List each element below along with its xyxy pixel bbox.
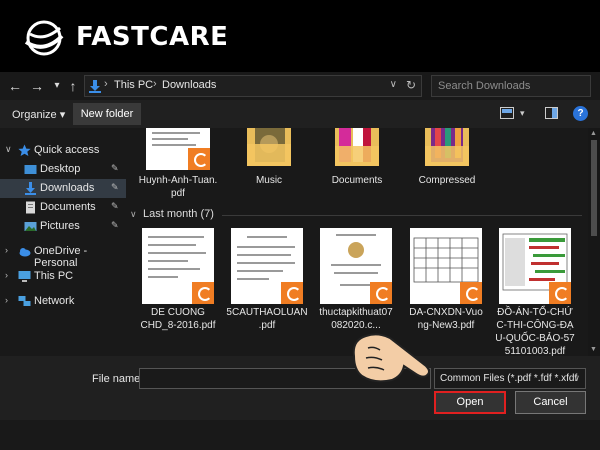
foxit-pdf-badge-icon (370, 282, 392, 304)
sidebar-item-pictures[interactable]: Pictures ✎ (0, 217, 126, 236)
expand-chevron-icon[interactable]: › (5, 245, 8, 255)
cancel-button[interactable]: Cancel (515, 391, 586, 414)
file-name: DE CUONG CHD_8-2016.pdf (140, 307, 216, 331)
search-placeholder: Search Downloads (438, 80, 531, 92)
group-title: Last month (7) (143, 208, 214, 220)
pin-icon[interactable]: ✎ (111, 201, 119, 212)
filter-dropdown-icon[interactable]: ∨ (573, 373, 580, 384)
breadcrumb-this-pc[interactable]: This PC (114, 79, 153, 91)
sidebar-item-onedrive[interactable]: › OneDrive - Personal (0, 242, 126, 269)
sidebar-item-documents[interactable]: Documents ✎ (0, 198, 126, 217)
open-button[interactable]: Open (434, 391, 506, 414)
dialog-footer: File name: Common Files (*.pdf *.fdf *.x… (0, 356, 600, 420)
group-header-last-month[interactable]: ∨ Last month (7) (126, 206, 588, 224)
file-type-filter-value: Common Files (*.pdf *.fdf *.xfdf (440, 373, 578, 384)
brand-name: FASTCARE (76, 22, 229, 52)
computer-icon (18, 271, 31, 282)
group-divider (222, 215, 582, 216)
file-name: ĐỒ-ÁN-TỔ-CHỨ C-THI-CÔNG-ĐẠ U-QUỐC-BẢO-57… (495, 307, 575, 356)
brand-banner: FASTCARE (0, 0, 600, 72)
forward-arrow-icon[interactable]: → (28, 76, 46, 96)
bottom-strip (0, 420, 600, 450)
file-name-label: File name: (92, 373, 144, 385)
foxit-pdf-badge-icon (460, 282, 482, 304)
sidebar-item-quick-access[interactable]: ∨ Quick access (0, 141, 126, 160)
command-toolbar: Organize ▾ New folder ▾ ? (0, 100, 600, 128)
foxit-pdf-badge-icon (281, 282, 303, 304)
pdf-thumbnail (320, 228, 392, 304)
group-collapse-chevron-icon[interactable]: ∨ (130, 209, 137, 220)
help-icon[interactable]: ? (573, 106, 588, 121)
preview-pane-icon[interactable] (545, 107, 558, 119)
foxit-pdf-badge-icon (188, 148, 210, 170)
sidebar-item-label: This PC (34, 270, 74, 282)
sidebar-item-downloads[interactable]: Downloads ✎ (0, 179, 126, 198)
pictures-icon (24, 222, 37, 231)
sidebar-item-label: OneDrive - Personal (34, 245, 88, 269)
sidebar-item-label: Pictures (40, 220, 80, 232)
pin-icon[interactable]: ✎ (111, 220, 119, 231)
pdf-thumbnail (499, 228, 571, 304)
sidebar-item-label: Network (34, 295, 75, 307)
view-dropdown-icon[interactable]: ▾ (520, 108, 525, 119)
refresh-icon[interactable]: ↻ (406, 78, 416, 92)
fastcare-logo-icon (24, 20, 64, 56)
expand-chevron-icon[interactable]: › (5, 295, 8, 305)
foxit-pdf-badge-icon (549, 282, 571, 304)
documents-icon (26, 201, 35, 214)
sidebar-item-label: Downloads (40, 182, 95, 194)
address-dropdown-icon[interactable]: ∨ (390, 79, 397, 90)
music-folder-icon (247, 128, 291, 166)
folder-name: Documents (331, 175, 383, 186)
scrollbar-thumb[interactable] (591, 140, 597, 236)
search-input[interactable]: Search Downloads (431, 75, 591, 97)
organize-menu-button[interactable]: Organize ▾ (12, 108, 65, 121)
foxit-pdf-badge-icon (192, 282, 214, 304)
pdf-thumbnail (410, 228, 482, 304)
breadcrumb-downloads[interactable]: Downloads (162, 79, 216, 91)
scroll-up-icon[interactable]: ▲ (590, 130, 597, 137)
documents-folder-icon (335, 128, 379, 166)
scroll-down-icon[interactable]: ▼ (590, 346, 597, 353)
file-open-dialog-screenshot: FASTCARE ← → ▾ ↑ › This PC › Downloads ∨… (0, 0, 600, 450)
collapse-chevron-icon[interactable]: ∨ (5, 144, 12, 155)
vertical-scrollbar[interactable]: ▲ ▼ (588, 128, 600, 356)
downloads-icon (25, 182, 36, 195)
pointing-hand-icon (352, 333, 430, 383)
folder-name: Compressed (418, 175, 476, 186)
pin-icon[interactable]: ✎ (111, 163, 119, 174)
pin-icon[interactable]: ✎ (111, 182, 119, 193)
sidebar-item-this-pc[interactable]: › This PC (0, 267, 126, 286)
up-arrow-icon[interactable]: ↑ (64, 76, 82, 96)
view-options-icon[interactable] (500, 107, 514, 119)
file-name: Huynh-Anh-Tuan. pdf (138, 175, 218, 199)
breadcrumb-separator-icon: › (153, 78, 157, 90)
cloud-icon (19, 248, 31, 257)
file-name: 5CAUTHAOLUAN .pdf (226, 307, 308, 331)
sidebar-item-label: Desktop (40, 163, 81, 175)
new-folder-button[interactable]: New folder (73, 103, 141, 125)
pdf-thumbnail (142, 228, 214, 304)
breadcrumb-separator-icon: › (104, 78, 108, 90)
compressed-folder-icon (425, 128, 469, 166)
file-list-view: Huynh-Anh-Tuan. pdf Music Documents Comp… (126, 128, 588, 356)
sidebar-item-desktop[interactable]: Desktop ✎ (0, 160, 126, 179)
sidebar-item-label: Documents (40, 201, 96, 213)
address-bar-row: ← → ▾ ↑ › This PC › Downloads ∨ ↻ Search… (0, 72, 600, 100)
navigation-pane: ∨ Quick access Desktop ✎ Downloads ✎ Doc… (0, 128, 126, 356)
address-box[interactable]: › This PC › Downloads ∨ ↻ (84, 75, 422, 97)
pdf-thumbnail (231, 228, 303, 304)
pdf-thumbnail (146, 128, 210, 170)
folder-name: Music (255, 175, 283, 186)
desktop-folder-icon (24, 165, 37, 174)
star-icon (18, 144, 31, 156)
expand-chevron-icon[interactable]: › (5, 270, 8, 280)
sidebar-item-label: Quick access (34, 144, 100, 156)
file-type-filter-select[interactable]: Common Files (*.pdf *.fdf *.xfdf ∨ (434, 368, 586, 389)
back-arrow-icon[interactable]: ← (6, 76, 24, 96)
network-icon (18, 296, 31, 306)
downloads-folder-icon (89, 80, 101, 93)
sidebar-item-network[interactable]: › Network (0, 292, 126, 311)
